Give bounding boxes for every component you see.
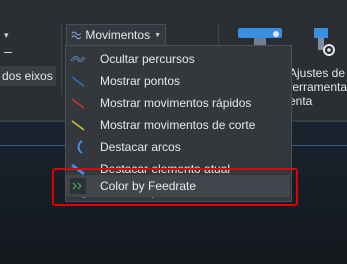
- highlight-annotation-box: [52, 168, 298, 206]
- dash-icon: [4, 52, 12, 53]
- movimentos-label: Movimentos: [85, 28, 151, 42]
- menu-item-destacar-arcos[interactable]: Destacar arcos: [66, 136, 291, 158]
- chevron-down-icon[interactable]: ▾: [4, 30, 9, 41]
- tool-settings-label-line: enta: [289, 94, 313, 108]
- menu-item-label: Destacar arcos: [100, 140, 181, 154]
- tool-settings-label-line: ferramenta: [289, 80, 347, 94]
- tool-settings-gear-icon[interactable]: [306, 26, 336, 62]
- axes-button[interactable]: dos eixos: [0, 66, 56, 86]
- tool-settings-label[interactable]: Ajustes de ferramenta enta: [289, 66, 347, 108]
- menu-item-label: Mostrar pontos: [100, 74, 181, 88]
- menu-item-label: Ocultar percursos: [100, 52, 195, 66]
- wave-outline-icon: [70, 55, 86, 63]
- red-line-icon: [71, 98, 85, 109]
- menu-item-mostrar-movimentos-rapidos[interactable]: Mostrar movimentos rápidos: [66, 92, 291, 114]
- ribbon-separator: [61, 24, 62, 94]
- yellow-line-icon: [71, 120, 85, 131]
- blue-line-icon: [71, 76, 85, 87]
- movimentos-dropdown-button[interactable]: Movimentos ▼: [66, 24, 166, 46]
- path-waves-icon: [71, 31, 82, 40]
- menu-item-mostrar-movimentos-de-corte[interactable]: Mostrar movimentos de corte: [66, 114, 291, 136]
- menu-item-label: Mostrar movimentos de corte: [100, 118, 256, 132]
- tool-settings-label-line: Ajustes de: [289, 66, 346, 80]
- menu-item-label: Mostrar movimentos rápidos: [100, 96, 252, 110]
- menu-item-ocultar-percursos[interactable]: Ocultar percursos: [66, 48, 291, 70]
- menu-item-mostrar-pontos[interactable]: Mostrar pontos: [66, 70, 291, 92]
- arc-icon: [77, 140, 83, 154]
- caret-down-icon: ▼: [154, 31, 161, 39]
